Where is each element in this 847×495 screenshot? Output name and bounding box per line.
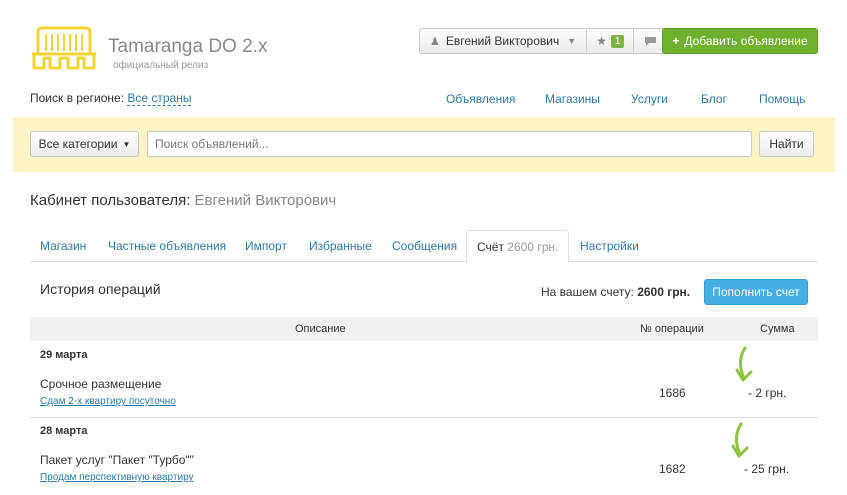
tab-shop[interactable]: Магазин [40,230,86,262]
add-listing-label: Добавить объявление [684,34,808,48]
tab-messages[interactable]: Сообщения [392,230,457,262]
brand-title[interactable]: Tamaranga DO 2.x [108,36,267,58]
user-toolbar: ♟ Евгений Викторович ▼ ★ 1 [419,28,669,54]
user-name: Евгений Викторович [445,34,560,48]
tab-account-label: Счёт [477,240,504,254]
user-menu-button[interactable]: ♟ Евгений Викторович ▼ [420,29,588,53]
row-amount: - 25 грн. [744,462,790,476]
row-op-number: 1686 [659,386,686,400]
row-amount: - 2 грн. [748,386,787,400]
add-listing-button[interactable]: + Добавить объявление [662,28,818,54]
balance-value: 2600 грн. [637,285,691,299]
page-title-user: Евгений Викторович [194,192,337,209]
row-description: Пакет услуг "Пакет "Турбо"" [40,453,194,467]
row-date: 29 марта [40,349,88,361]
tab-import[interactable]: Импорт [245,230,287,262]
cabinet-tabs: Магазин Частные объявления Импорт Избран… [30,230,818,263]
nav-item-listings[interactable]: Объявления [446,92,515,106]
column-op-number: № операции [640,323,704,335]
top-nav: Объявления Магазины Услуги Блог Помощь [0,92,847,108]
chat-icon [645,36,657,46]
balance-summary: На вашем счету: 2600 грн. [541,285,690,299]
tab-private-listings[interactable]: Частные объявления [108,230,226,262]
star-icon: ★ [596,34,607,48]
column-description: Описание [295,323,346,335]
nav-item-shops[interactable]: Магазины [545,92,600,106]
favorites-count-badge: 1 [610,34,625,48]
search-button[interactable]: Найти [759,131,814,157]
nav-item-help[interactable]: Помощь [759,92,805,106]
row-divider [30,417,818,418]
favorites-button[interactable]: ★ 1 [587,29,635,53]
row-listing-link[interactable]: Сдам 2-х квартиру посуточно [40,396,176,407]
brand-subtitle: официальный релиз [113,60,209,71]
column-amount: Сумма [760,323,795,335]
search-input[interactable] [147,131,752,157]
row-op-number: 1682 [659,462,686,476]
user-icon: ♟ [430,35,440,48]
page-title: Кабинет пользователя: Евгений Викторович [30,192,336,209]
plus-icon: + [672,34,680,48]
row-description: Срочное размещение [40,377,162,391]
category-dropdown[interactable]: Все категории ▼ [30,131,139,157]
page-title-label: Кабинет пользователя: [30,192,191,209]
tab-account-balance: 2600 грн. [507,240,559,254]
arrow-down-icon [735,346,753,382]
nav-item-services[interactable]: Услуги [631,92,668,106]
category-label: Все категории [38,137,118,151]
operations-title: История операций [40,281,161,297]
row-listing-link[interactable]: Продам перспективную квартиру [40,472,194,483]
nav-item-blog[interactable]: Блог [701,92,727,106]
arrow-down-icon [731,422,749,458]
topup-button[interactable]: Пополнить счет [704,279,808,305]
chevron-down-icon: ▼ [122,139,131,149]
balance-label: На вашем счету: [541,285,634,299]
chevron-down-icon: ▼ [567,36,577,46]
turnstile-logo-icon[interactable] [30,24,98,72]
tab-account[interactable]: Счёт 2600 грн. [466,230,570,263]
table-header: Описание № операции Сумма [30,317,818,341]
search-bar: Все категории ▼ Найти [13,117,835,172]
tab-favorites[interactable]: Избранные [309,230,372,262]
row-date: 28 марта [40,425,88,437]
tab-settings[interactable]: Настройки [580,230,639,262]
